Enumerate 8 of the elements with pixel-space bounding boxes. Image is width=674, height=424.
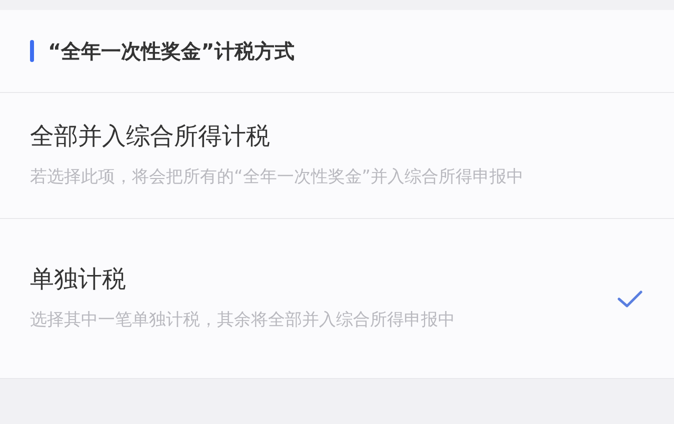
option-title: 全部并入综合所得计税	[30, 120, 271, 152]
accent-bar	[30, 40, 34, 62]
option-title: 单独计税	[30, 264, 127, 294]
option-description: 若选择此项，将会把所有的“全年一次性奖金”并入综合所得申报中	[30, 166, 525, 188]
option-description: 选择其中一笔单独计税，其余将全部并入综合所得申报中	[30, 308, 456, 332]
option-row[interactable]: 全部并入综合所得计税 若选择此项，将会把所有的“全年一次性奖金”并入综合所得申报中	[0, 93, 674, 219]
section-title: “全年一次性奖金”计税方式	[48, 38, 294, 64]
option-row[interactable]: 单独计税 选择其中一笔单独计税，其余将全部并入综合所得申报中	[0, 219, 674, 379]
